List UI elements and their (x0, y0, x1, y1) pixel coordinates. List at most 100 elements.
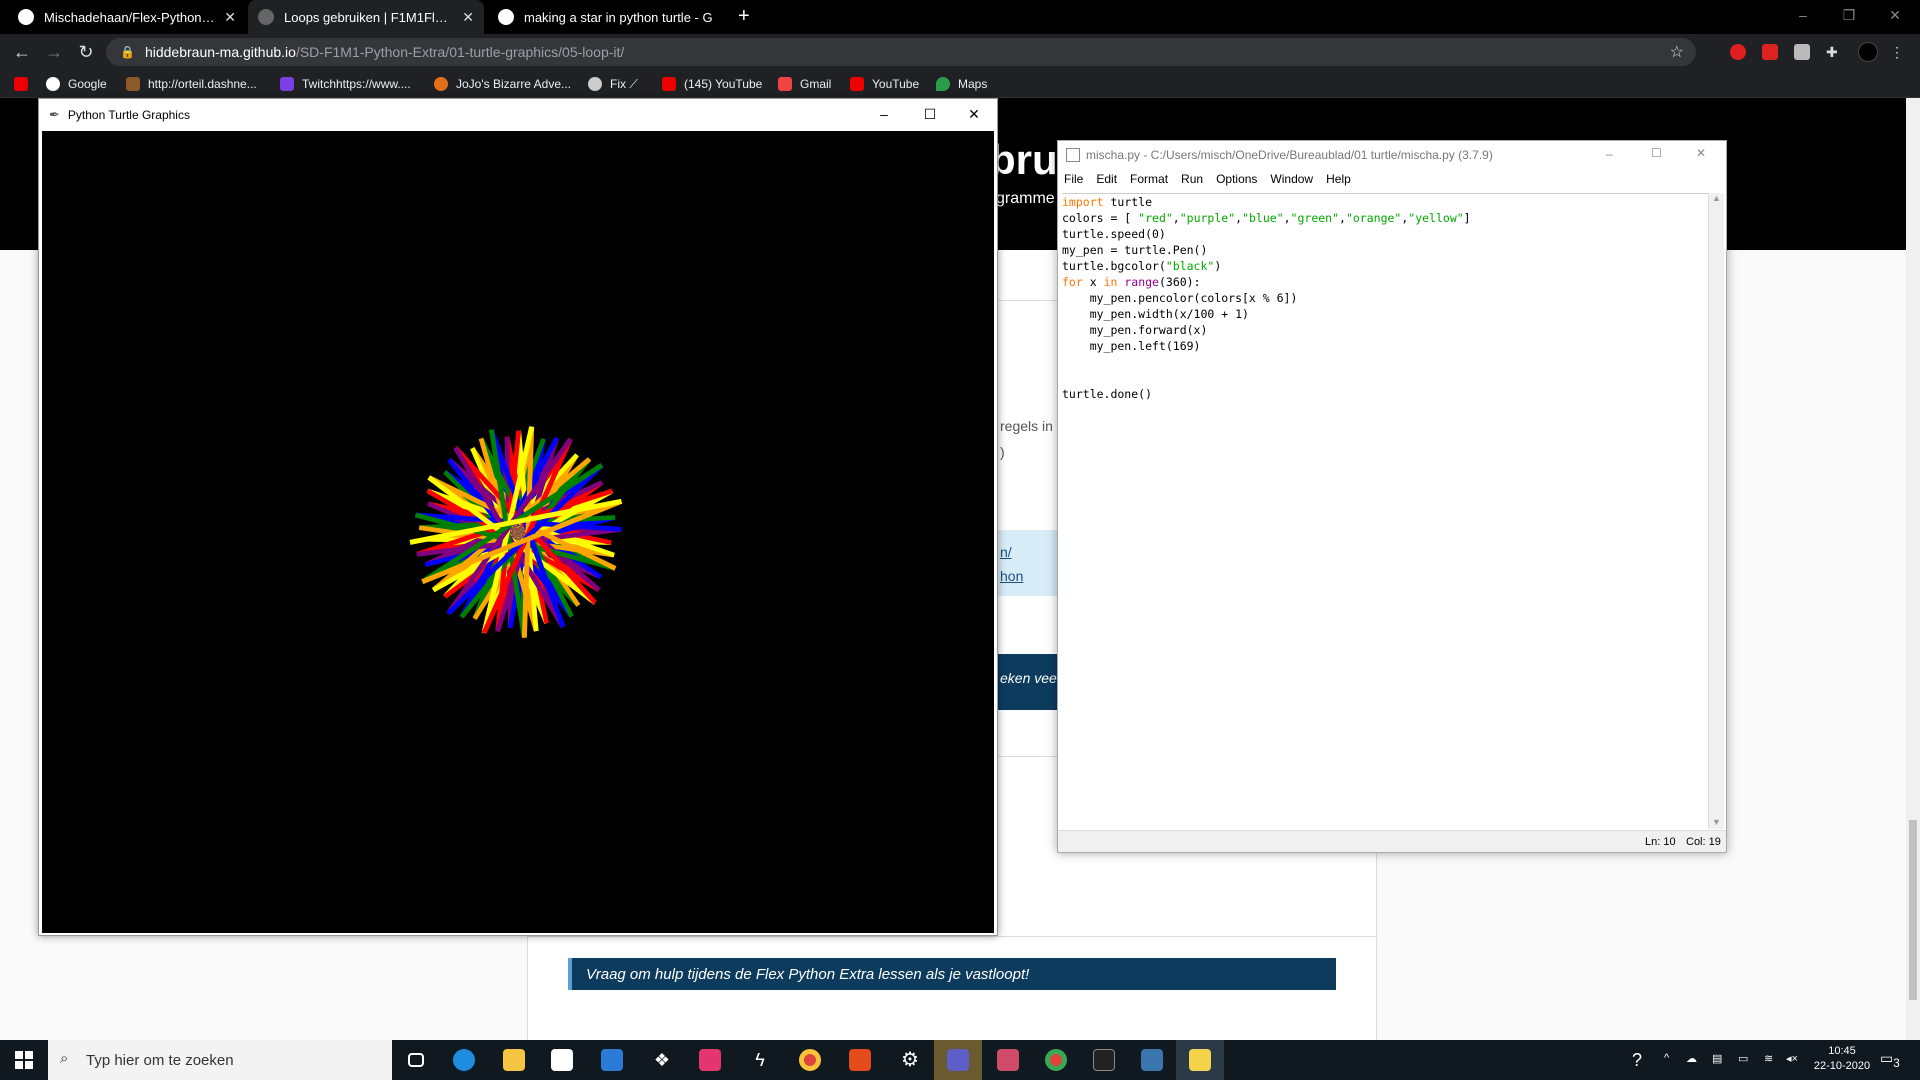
editor-scrollbar[interactable]: ▲ ▼ (1708, 193, 1724, 829)
idle-icon[interactable] (1176, 1040, 1224, 1080)
reload-button[interactable]: ↻ (74, 40, 98, 64)
idle-editor-window[interactable]: mischa.py - C:/Users/misch/OneDrive/Bure… (1057, 140, 1727, 853)
github-icon (18, 9, 34, 25)
code-line: turtle.bgcolor("black") (1062, 259, 1222, 273)
office-icon[interactable] (836, 1040, 884, 1080)
turtle-canvas[interactable] (42, 131, 994, 933)
tab-title: Loops gebruiken | F1M1Flex - Py (284, 9, 454, 25)
wifi-icon[interactable]: ≋ (1764, 1052, 1773, 1065)
restore-icon[interactable]: ❐ (1826, 0, 1872, 30)
minimize-icon[interactable]: – (1606, 147, 1613, 161)
menu-dots-icon[interactable]: ⋮ (1890, 44, 1906, 60)
search-placeholder: Typ hier om te zoeken (86, 1051, 234, 1069)
bookmark-jojo[interactable]: JoJo's Bizarre Adve... (434, 76, 571, 92)
menu-run[interactable]: Run (1181, 172, 1203, 186)
extension-icon[interactable] (1794, 44, 1810, 60)
mail-icon[interactable] (588, 1040, 636, 1080)
close-window-icon[interactable]: ✕ (1872, 0, 1918, 30)
maximize-icon[interactable]: ☐ (907, 99, 953, 129)
feather-icon: ✒ (49, 107, 60, 122)
tab-github[interactable]: Mischadehaan/Flex-PythonExtra ✕ (8, 0, 246, 34)
browser-toolbar: ← → ↻ 🔒 hiddebraun-ma.github.io/SD-F1M1-… (0, 34, 1920, 70)
chrome-icon[interactable] (786, 1040, 834, 1080)
divider (998, 756, 1058, 757)
edge-icon[interactable] (440, 1040, 488, 1080)
extension-icon[interactable] (1730, 44, 1746, 60)
scrollbar-thumb[interactable] (1909, 820, 1917, 1000)
chrome-icon[interactable] (1032, 1040, 1080, 1080)
extension-icon[interactable] (1762, 44, 1778, 60)
avatar[interactable] (1858, 42, 1878, 62)
volume-icon[interactable]: ◂× (1786, 1052, 1798, 1065)
bookmark-youtube[interactable]: YouTube (850, 76, 919, 92)
back-button[interactable]: ← (10, 40, 34, 64)
turtle-titlebar[interactable]: ✒ Python Turtle Graphics – ☐ ✕ (39, 99, 997, 131)
page-text-fragment: ) (1000, 444, 1005, 460)
minimize-icon[interactable]: – (1780, 0, 1826, 30)
menu-edit[interactable]: Edit (1096, 172, 1117, 186)
bookmark-fix[interactable]: Fix ⟋ (588, 76, 638, 92)
maximize-icon[interactable]: ☐ (1651, 146, 1662, 160)
bookmark-google[interactable]: Google (46, 76, 107, 92)
scroll-down-icon[interactable]: ▼ (1712, 817, 1721, 827)
bookmark-gmail[interactable]: Gmail (778, 76, 831, 92)
clock[interactable]: 10:45 22-10-2020 (1812, 1045, 1872, 1072)
windows-start-icon[interactable] (0, 1040, 48, 1080)
app-icon[interactable] (984, 1040, 1032, 1080)
tab-loops-gebruiken[interactable]: Loops gebruiken | F1M1Flex - Py ✕ (248, 0, 484, 34)
close-icon[interactable]: ✕ (1696, 146, 1706, 160)
new-tab-button[interactable]: + (738, 5, 750, 28)
tab-title: Mischadehaan/Flex-PythonExtra (44, 9, 217, 25)
close-icon[interactable]: ✕ (216, 9, 236, 26)
help-icon[interactable]: ? (1632, 1050, 1642, 1071)
code-editor[interactable]: import turtle colors = [ "red","purple","… (1062, 193, 1708, 829)
task-view-icon[interactable] (392, 1040, 440, 1080)
bookmark-star-icon[interactable]: ☆ (1670, 42, 1684, 62)
dropbox-icon[interactable]: ❖ (638, 1040, 686, 1080)
chevron-up-icon[interactable]: ^ (1664, 1052, 1669, 1064)
close-icon[interactable]: ✕ (454, 9, 474, 26)
onedrive-icon[interactable]: ☁ (1686, 1052, 1697, 1065)
minimize-icon[interactable]: – (861, 99, 907, 129)
puzzle-icon[interactable]: ✚ (1826, 44, 1842, 60)
close-icon[interactable]: ✕ (951, 99, 997, 129)
forward-button[interactable]: → (42, 40, 66, 64)
taskbar-search[interactable]: ⌕ Typ hier om te zoeken (48, 1040, 392, 1080)
page-text-fragment: eken vee (1000, 670, 1057, 686)
app-icon[interactable]: ϟ (736, 1040, 784, 1080)
battery-icon[interactable]: ▭ (1738, 1052, 1748, 1065)
file-explorer-icon[interactable] (490, 1040, 538, 1080)
settings-gear-icon[interactable]: ⚙ (886, 1040, 934, 1080)
bookmark-twitch[interactable]: Twitchhttps://www.... (280, 76, 411, 92)
menu-window[interactable]: Window (1270, 172, 1313, 186)
help-banner: Vraag om hulp tijdens de Flex Python Ext… (568, 958, 1336, 990)
code-line: my_pen = turtle.Pen() (1062, 243, 1208, 257)
youtube-icon[interactable] (14, 76, 36, 92)
cursor-col: Col: 19 (1686, 836, 1721, 848)
address-bar[interactable]: 🔒 hiddebraun-ma.github.io/SD-F1M1-Python… (106, 38, 1696, 66)
menu-file[interactable]: File (1064, 172, 1083, 186)
bookmark-orteil[interactable]: http://orteil.dashne... (126, 76, 257, 92)
python-icon[interactable] (1128, 1040, 1176, 1080)
scroll-up-icon[interactable]: ▲ (1712, 193, 1721, 203)
creative-cloud-icon[interactable] (686, 1040, 734, 1080)
bookmark-maps[interactable]: Maps (936, 76, 987, 92)
turtle-graphics-window[interactable]: ✒ Python Turtle Graphics – ☐ ✕ (38, 98, 998, 936)
terminal-icon[interactable] (1080, 1040, 1128, 1080)
tab-google-search[interactable]: making a star in python turtle - G (488, 0, 726, 34)
clock-time: 10:45 (1828, 1045, 1856, 1057)
notification-count: 3 (1893, 1056, 1900, 1070)
page-link-fragment[interactable]: n/ (1000, 544, 1012, 560)
menu-format[interactable]: Format (1130, 172, 1168, 186)
page-scrollbar[interactable] (1906, 98, 1920, 1040)
page-link-fragment[interactable]: hon (1000, 568, 1023, 584)
store-icon[interactable] (538, 1040, 586, 1080)
idle-titlebar[interactable]: mischa.py - C:/Users/misch/OneDrive/Bure… (1058, 141, 1726, 169)
network-icon[interactable]: ▤ (1712, 1052, 1722, 1065)
teams-icon[interactable] (934, 1040, 982, 1080)
menu-options[interactable]: Options (1216, 172, 1257, 186)
bookmark-youtube-145[interactable]: (145) YouTube (662, 76, 762, 92)
notifications-icon[interactable]: ▭3 (1880, 1050, 1900, 1070)
menu-help[interactable]: Help (1326, 172, 1351, 186)
globe-icon (258, 9, 274, 25)
